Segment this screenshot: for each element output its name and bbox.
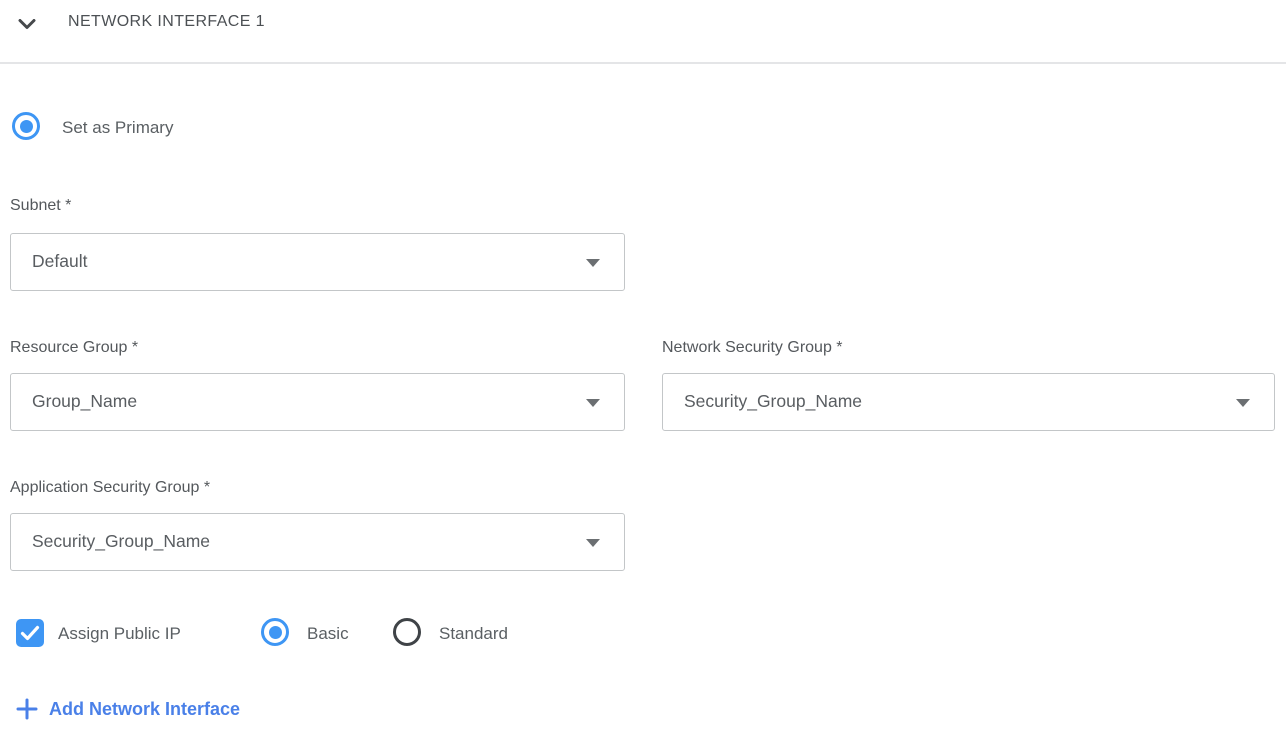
- public-ip-sku-radio-basic[interactable]: [261, 618, 289, 646]
- network-security-group-selected-value: Security_Group_Name: [684, 391, 862, 412]
- dropdown-caret-icon: [586, 259, 600, 267]
- network-security-group-label: Network Security Group *: [662, 339, 843, 357]
- add-network-interface-button[interactable]: Add Network Interface: [16, 698, 240, 720]
- section-header: NETWORK INTERFACE 1: [0, 8, 1286, 48]
- radio-dot-icon: [269, 626, 282, 639]
- dropdown-caret-icon: [1236, 399, 1250, 407]
- subnet-select[interactable]: Default: [10, 233, 625, 291]
- add-network-interface-label: Add Network Interface: [49, 699, 240, 720]
- dropdown-caret-icon: [586, 399, 600, 407]
- chevron-down-icon: [18, 18, 36, 33]
- application-security-group-selected-value: Security_Group_Name: [32, 531, 210, 552]
- application-security-group-label: Application Security Group *: [10, 479, 210, 497]
- section-title: NETWORK INTERFACE 1: [68, 13, 265, 31]
- public-ip-sku-radio-standard[interactable]: [393, 618, 421, 646]
- section-divider: [0, 62, 1286, 64]
- radio-dot-icon: [20, 120, 33, 133]
- set-as-primary-label: Set as Primary: [62, 118, 173, 138]
- dropdown-caret-icon: [586, 539, 600, 547]
- subnet-selected-value: Default: [32, 251, 87, 272]
- network-security-group-select[interactable]: Security_Group_Name: [662, 373, 1275, 431]
- application-security-group-select[interactable]: Security_Group_Name: [10, 513, 625, 571]
- plus-icon: [16, 698, 38, 720]
- resource-group-label: Resource Group *: [10, 339, 138, 357]
- resource-group-select[interactable]: Group_Name: [10, 373, 625, 431]
- subnet-label: Subnet *: [10, 197, 71, 215]
- assign-public-ip-label: Assign Public IP: [58, 624, 181, 644]
- public-ip-sku-basic-label: Basic: [307, 624, 349, 644]
- resource-group-selected-value: Group_Name: [32, 391, 137, 412]
- collapse-section-button[interactable]: [16, 15, 38, 35]
- network-interface-form: NETWORK INTERFACE 1 Set as Primary Subne…: [0, 0, 1286, 752]
- assign-public-ip-checkbox[interactable]: [16, 619, 44, 647]
- public-ip-sku-standard-label: Standard: [439, 624, 508, 644]
- set-as-primary-radio[interactable]: [12, 112, 40, 140]
